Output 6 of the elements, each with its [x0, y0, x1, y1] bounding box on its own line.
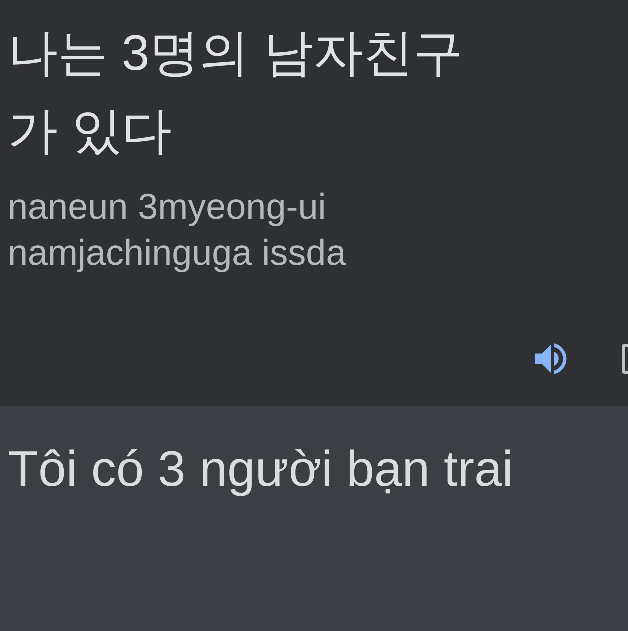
romanization-text: naneun 3myeong-ui — [8, 185, 326, 229]
romanization-text: namjachinguga issda — [8, 231, 346, 275]
copy-icon[interactable] — [622, 344, 628, 374]
source-text: 나는 3명의 남자친구 — [8, 24, 464, 83]
translation-text: Tôi có 3 người bạn trai — [8, 440, 514, 499]
source-text: 가 있다 — [8, 102, 172, 161]
